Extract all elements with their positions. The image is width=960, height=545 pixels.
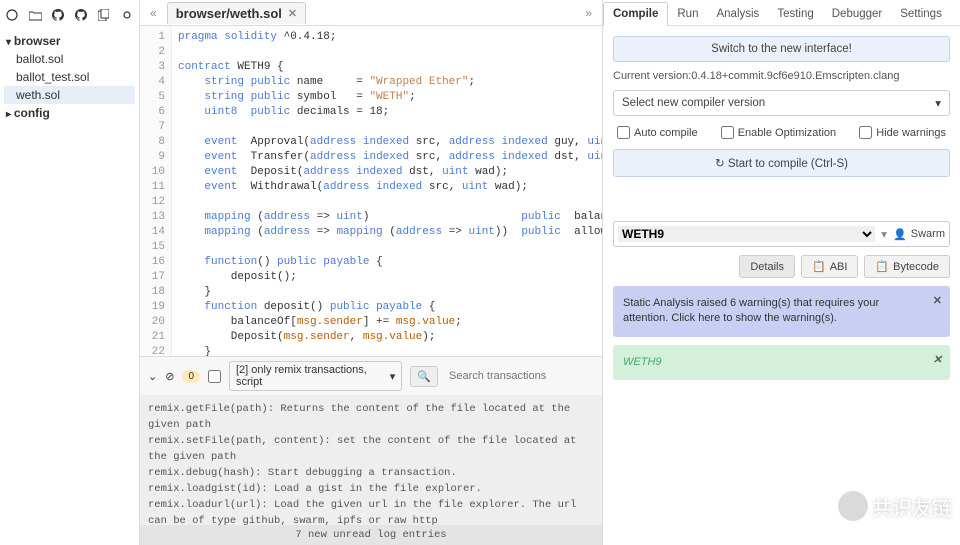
compiler-select-label: Select new compiler version (622, 97, 765, 109)
terminal-line: remix.setFile(path, content): set the co… (148, 433, 594, 465)
caret-down-icon: ▾ (935, 96, 941, 110)
editor-tabbar: « browser/weth.sol ✕ » (140, 0, 602, 26)
right-tabs: CompileRunAnalysisTestingDebuggerSetting… (603, 0, 960, 26)
collapse-terminal-icon[interactable]: ⌄ (148, 370, 157, 383)
compile-panel: Switch to the new interface! Current ver… (603, 26, 960, 390)
caret-down-icon: ▾ (881, 227, 887, 241)
tab-next-icon[interactable]: » (581, 6, 596, 20)
tx-filter-label: [2] only remix transactions, script (236, 364, 386, 388)
file-explorer: browserballot.solballot_test.solweth.sol… (0, 0, 140, 545)
copy-icon[interactable] (97, 8, 110, 22)
pending-tx-badge: 0 (182, 370, 200, 383)
file-tree: browserballot.solballot_test.solweth.sol… (0, 26, 139, 128)
tab-support[interactable]: Support (951, 3, 960, 25)
code-content[interactable]: pragma solidity ^0.4.18; contract WETH9 … (172, 26, 602, 356)
folder-browser[interactable]: browser (4, 32, 135, 50)
details-button[interactable]: Details (739, 255, 795, 278)
search-transactions-input[interactable] (446, 367, 594, 385)
clipboard-icon: 📋 (812, 260, 826, 273)
tx-filter-dropdown[interactable]: [2] only remix transactions, script ▾ (229, 361, 402, 391)
compile-options-row: Auto compile Enable Optimization Hide wa… (613, 124, 950, 141)
contract-selector-row: WETH9 ▾ 👤 Swarm (613, 221, 950, 247)
editor-area: « browser/weth.sol ✕ » 12345678910111213… (140, 0, 602, 545)
compiler-version-select[interactable]: Select new compiler version ▾ (613, 90, 950, 116)
compiler-version-text: Current version:0.4.18+commit.9cf6e910.E… (613, 70, 950, 82)
unread-log-banner[interactable]: 7 new unread log entries (140, 525, 602, 545)
caret-down-icon: ▾ (390, 370, 396, 383)
tab-testing[interactable]: Testing (768, 3, 822, 25)
file-toolbar (0, 4, 139, 26)
right-panel: CompileRunAnalysisTestingDebuggerSetting… (602, 0, 960, 545)
user-icon: 👤 (893, 228, 907, 241)
tab-compile[interactable]: Compile (603, 2, 668, 26)
file-item[interactable]: weth.sol (4, 86, 135, 104)
contract-select[interactable]: WETH9 (618, 226, 875, 242)
new-file-icon[interactable] (6, 8, 19, 22)
switch-interface-button[interactable]: Switch to the new interface! (613, 36, 950, 62)
close-tab-icon[interactable]: ✕ (288, 7, 297, 20)
tab-settings[interactable]: Settings (891, 3, 951, 25)
compile-success-alert[interactable]: WETH9 ✕ (613, 345, 950, 380)
hide-warnings-checkbox[interactable]: Hide warnings (859, 126, 946, 139)
folder-config[interactable]: config (4, 104, 135, 122)
tab-title: browser/weth.sol (176, 6, 282, 21)
start-compile-button[interactable]: ↻ Start to compile (Ctrl-S) (613, 149, 950, 177)
bytecode-button[interactable]: 📋Bytecode (864, 255, 950, 278)
search-icon[interactable]: 🔍 (410, 366, 438, 387)
terminal-output[interactable]: remix.getFile(path): Returns the content… (140, 395, 602, 545)
terminal-line: remix.loadgist(id): Load a gist in the f… (148, 481, 594, 497)
close-alert-icon[interactable]: ✕ (933, 294, 942, 309)
link-icon[interactable] (120, 8, 133, 22)
terminal-toolbar: ⌄ ⊘ 0 [2] only remix transactions, scrip… (140, 356, 602, 395)
abi-button[interactable]: 📋ABI (801, 255, 858, 278)
folder-open-icon[interactable] (29, 8, 42, 22)
editor-tab[interactable]: browser/weth.sol ✕ (167, 2, 306, 24)
tab-run[interactable]: Run (668, 3, 707, 25)
enable-optimization-checkbox[interactable]: Enable Optimization (721, 126, 836, 139)
file-item[interactable]: ballot.sol (4, 50, 135, 68)
gist-icon[interactable] (75, 8, 88, 22)
tab-prev-icon[interactable]: « (146, 6, 161, 20)
contract-actions-row: Details 📋ABI 📋Bytecode (613, 255, 950, 278)
close-alert-icon[interactable]: ✕ (933, 353, 942, 368)
terminal-line: remix.debug(hash): Start debugging a tra… (148, 465, 594, 481)
publish-swarm-button[interactable]: 👤 Swarm (893, 228, 945, 241)
listen-checkbox[interactable] (208, 370, 221, 383)
file-item[interactable]: ballot_test.sol (4, 68, 135, 86)
line-gutter: 1234567891011121314151617181920212223242… (140, 26, 172, 356)
clear-terminal-icon[interactable]: ⊘ (165, 370, 174, 383)
tab-debugger[interactable]: Debugger (823, 3, 892, 25)
auto-compile-checkbox[interactable]: Auto compile (617, 126, 698, 139)
static-analysis-alert[interactable]: Static Analysis raised 6 warning(s) that… (613, 286, 950, 337)
github-icon[interactable] (52, 8, 65, 22)
terminal-line: remix.getFile(path): Returns the content… (148, 401, 594, 433)
code-editor[interactable]: 1234567891011121314151617181920212223242… (140, 26, 602, 356)
clipboard-icon: 📋 (875, 260, 889, 273)
tab-analysis[interactable]: Analysis (707, 3, 768, 25)
